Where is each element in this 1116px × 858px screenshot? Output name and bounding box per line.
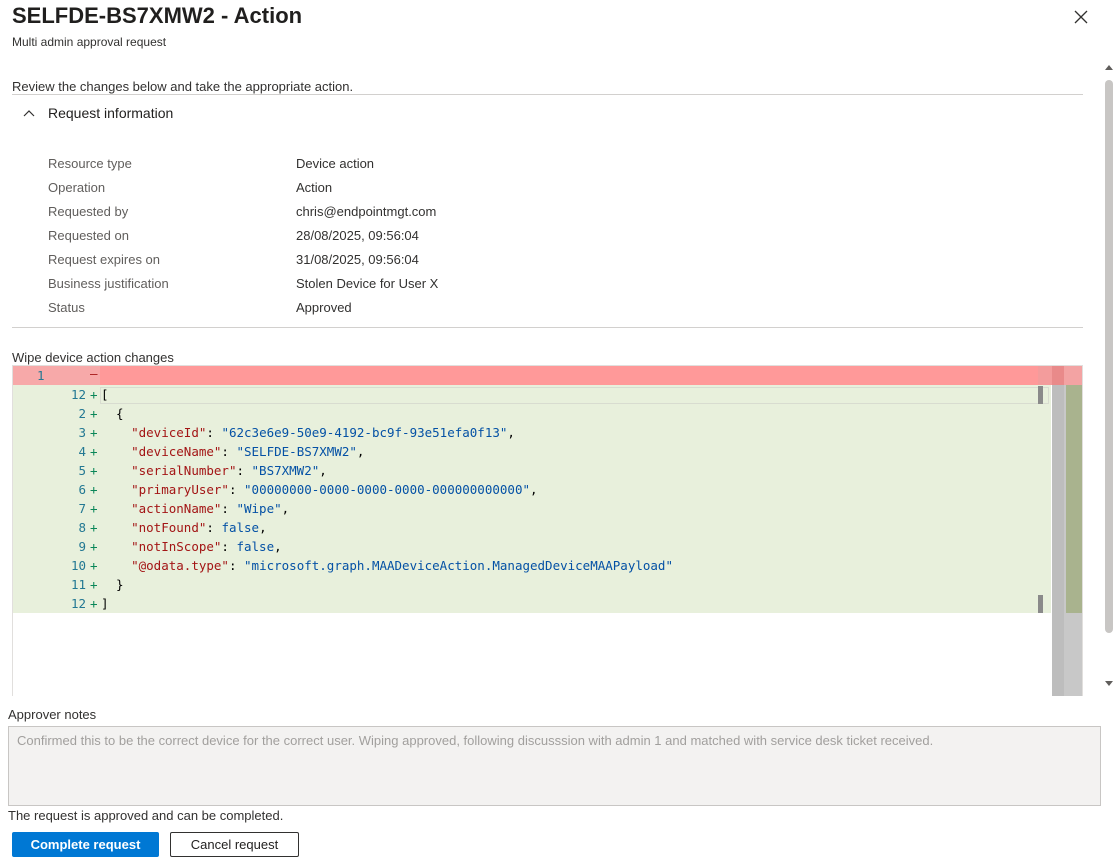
line-number: 3 [78, 425, 86, 440]
gutter-mark [1038, 386, 1043, 404]
code-line: 8 + "notFound": false, [13, 518, 1051, 537]
added-block: 12 + [ 2 + { 3 + "deviceId": "62c3e6e9-5… [13, 385, 1051, 613]
info-key: Operation [48, 180, 106, 195]
line-number: 4 [78, 444, 86, 459]
divider [12, 327, 1083, 328]
scroll-down-arrow-icon[interactable] [1103, 676, 1115, 688]
code-text: "notFound": false, [131, 520, 267, 535]
code-line: 9 + "notInScope": false, [13, 537, 1051, 556]
approver-notes-field[interactable]: Confirmed this to be the correct device … [8, 726, 1101, 806]
code-text: "actionName": "Wipe", [131, 501, 290, 516]
info-value: Approved [296, 300, 352, 315]
code-line: 12 + [ [13, 385, 1051, 404]
complete-request-button[interactable]: Complete request [12, 832, 159, 857]
info-value: Device action [296, 156, 375, 171]
removed-gutter-mark [1038, 366, 1052, 385]
line-number: 7 [78, 501, 86, 516]
code-line: 11 + } [13, 575, 1051, 594]
added-sign: + [90, 558, 98, 573]
added-sign: + [90, 520, 98, 535]
code-line: 2 + { [13, 404, 1051, 423]
info-value: 28/08/2025, 09:56:04 [296, 228, 419, 243]
info-key: Request expires on [48, 252, 161, 267]
info-key: Business justification [48, 276, 169, 291]
code-text: { [101, 406, 124, 421]
overview-added-mark [1066, 385, 1082, 613]
line-number: 9 [78, 539, 86, 554]
page-title: SELFDE-BS7XMW2 - Action [12, 3, 303, 28]
added-sign: + [90, 463, 98, 478]
section-label: Request information [48, 105, 174, 121]
diff-overview-ruler[interactable] [1052, 366, 1082, 696]
close-icon[interactable] [1070, 6, 1092, 28]
diff-editor[interactable]: 1 — 12 + [ 2 + { 3 + "deviceId": "62c3e6… [12, 365, 1083, 696]
code-line: 7 + "actionName": "Wipe", [13, 499, 1051, 518]
added-sign: + [90, 596, 98, 611]
code-text: [ [101, 387, 109, 402]
divider [12, 94, 1083, 95]
code-line: 12 + ] [13, 594, 1051, 613]
page-subtitle: Multi admin approval request [12, 35, 167, 49]
code-line: 6 + "primaryUser": "00000000-0000-0000-0… [13, 480, 1051, 499]
request-info-toggle[interactable]: Request information [12, 101, 173, 125]
info-key: Resource type [48, 156, 132, 171]
code-text: ] [101, 596, 109, 611]
status-message: The request is approved and can be compl… [8, 808, 284, 823]
line-number: 11 [70, 577, 86, 592]
line-number: 2 [78, 406, 86, 421]
approver-notes-label: Approver notes [8, 707, 97, 722]
added-sign: + [90, 387, 98, 402]
removed-line-highlight [100, 366, 1051, 385]
line-number: 6 [78, 482, 86, 497]
line-number: 12 [70, 596, 86, 611]
code-line: 10 + "@odata.type": "microsoft.graph.MAA… [13, 556, 1051, 575]
code-text: "deviceName": "SELFDE-BS7XMW2", [131, 444, 365, 459]
code-line: 5 + "serialNumber": "BS7XMW2", [13, 461, 1051, 480]
code-text: "notInScope": false, [131, 539, 282, 554]
cancel-request-button[interactable]: Cancel request [170, 832, 299, 857]
code-text: "deviceId": "62c3e6e9-50e9-4192-bc9f-93e… [131, 425, 515, 440]
added-sign: + [90, 539, 98, 554]
info-value: Action [296, 180, 333, 195]
added-sign: + [90, 406, 98, 421]
chevron-up-icon [23, 110, 35, 117]
added-sign: + [90, 444, 98, 459]
code-text: } [101, 577, 124, 592]
line-number: 8 [78, 520, 86, 535]
info-key: Status [48, 300, 85, 315]
info-key: Requested by [48, 204, 129, 219]
code-line: 3 + "deviceId": "62c3e6e9-50e9-4192-bc9f… [13, 423, 1051, 442]
intro-text: Review the changes below and take the ap… [12, 79, 354, 94]
code-line: 4 + "deviceName": "SELFDE-BS7XMW2", [13, 442, 1051, 461]
overview-track [1052, 385, 1064, 696]
line-number: 10 [70, 558, 86, 573]
added-sign: + [90, 577, 98, 592]
added-sign: + [90, 482, 98, 497]
line-number: 12 [70, 387, 86, 402]
removed-sign: — [90, 366, 98, 381]
code-text: "primaryUser": "00000000-0000-0000-0000-… [131, 482, 538, 497]
code-text: "serialNumber": "BS7XMW2", [131, 463, 327, 478]
diff-label: Wipe device action changes [12, 350, 174, 365]
line-number: 1 [37, 368, 45, 383]
info-key: Requested on [48, 228, 129, 243]
added-sign: + [90, 501, 98, 516]
gutter-mark [1038, 595, 1043, 613]
line-number: 5 [78, 463, 86, 478]
page-scrollbar-thumb[interactable] [1105, 80, 1113, 633]
overview-removed-mark [1052, 366, 1064, 385]
info-value: chris@endpointmgt.com [296, 204, 437, 219]
added-sign: + [90, 425, 98, 440]
code-text: "@odata.type": "microsoft.graph.MAADevic… [131, 558, 673, 573]
info-value: Stolen Device for User X [296, 276, 439, 291]
scroll-up-arrow-icon[interactable] [1103, 61, 1115, 73]
info-value: 31/08/2025, 09:56:04 [296, 252, 419, 267]
removed-line: 1 — [13, 366, 1051, 385]
